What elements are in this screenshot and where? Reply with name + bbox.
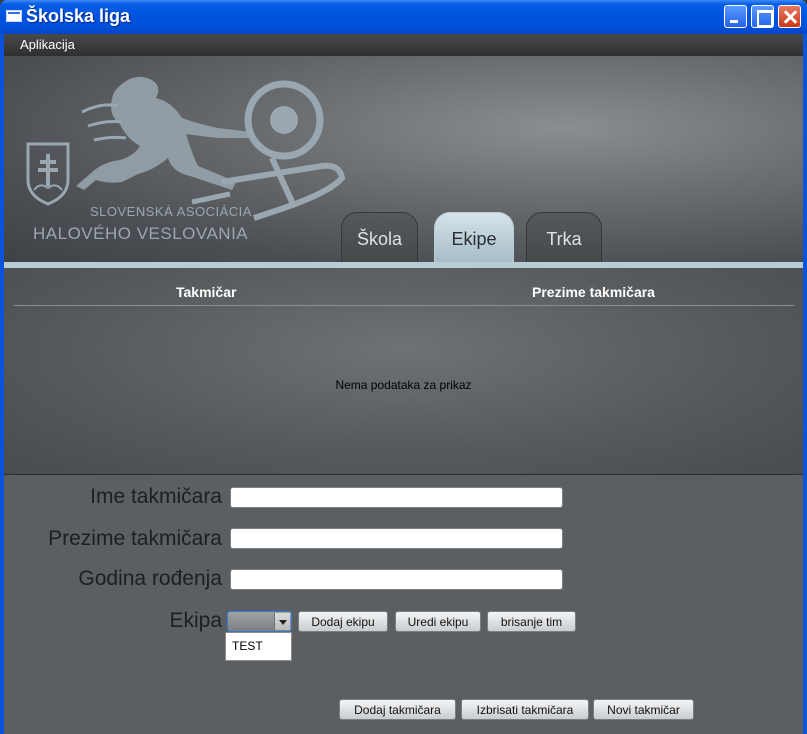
label-prezime: Prezime takmičara — [48, 527, 222, 550]
close-button[interactable] — [778, 5, 801, 28]
app-window-icon — [6, 10, 22, 22]
close-icon — [779, 6, 800, 27]
delete-team-button[interactable]: brisanje tim — [487, 611, 576, 632]
edit-team-button[interactable]: Uredi ekipu — [395, 611, 481, 632]
rower-figure-icon — [76, 76, 254, 190]
empty-table-message: Nema podataka za prikaz — [335, 378, 472, 392]
delete-competitor-button[interactable]: Izbrisati takmičara — [461, 699, 589, 720]
minimize-button[interactable] — [724, 5, 747, 28]
competitor-table[interactable]: Takmičar Prezime takmičara Nema podataka… — [4, 268, 803, 474]
header-divider — [14, 305, 794, 306]
maximize-button[interactable] — [751, 5, 774, 28]
column-header-prezime[interactable]: Prezime takmičara — [532, 284, 655, 300]
prezime-input[interactable] — [230, 528, 563, 549]
header-banner: SLOVENSKÁ ASOCIÁCIA HALOVÉHO VESLOVANIA … — [4, 56, 803, 262]
window-title: Školska liga — [26, 6, 131, 26]
ekipa-select[interactable] — [227, 611, 292, 632]
logo-text-line2: HALOVÉHO VESLOVANIA — [33, 224, 249, 243]
logo-text-line1: SLOVENSKÁ ASOCIÁCIA — [90, 204, 252, 219]
minimize-icon — [725, 6, 746, 27]
chevron-down-icon[interactable] — [274, 613, 290, 630]
label-ime: Ime takmičara — [90, 485, 222, 508]
window-frame-right — [803, 34, 807, 734]
ekipa-dropdown-list: TEST — [225, 632, 292, 661]
competitor-form: Ime takmičara Prezime takmičara Godina r… — [4, 475, 803, 734]
tab-trka[interactable]: Trka — [526, 212, 602, 262]
godina-input[interactable] — [230, 569, 563, 590]
add-competitor-button[interactable]: Dodaj takmičara — [339, 699, 456, 720]
tab-skola[interactable]: Škola — [341, 212, 418, 262]
label-ekipa: Ekipa — [169, 609, 222, 632]
tab-ekipe[interactable]: Ekipe — [434, 212, 514, 262]
ime-input[interactable] — [230, 487, 563, 508]
add-team-button[interactable]: Dodaj ekipu — [298, 611, 388, 632]
maximize-icon — [752, 6, 773, 27]
menu-aplikacija[interactable]: Aplikacija — [20, 37, 75, 52]
new-competitor-button[interactable]: Novi takmičar — [593, 699, 694, 720]
dropdown-option-test[interactable]: TEST — [232, 639, 263, 653]
column-header-takmicar[interactable]: Takmičar — [176, 284, 236, 300]
title-bar[interactable]: Školska liga — [0, 0, 807, 34]
label-godina: Godina rođenja — [78, 567, 222, 590]
menu-bar: Aplikacija — [4, 34, 803, 56]
